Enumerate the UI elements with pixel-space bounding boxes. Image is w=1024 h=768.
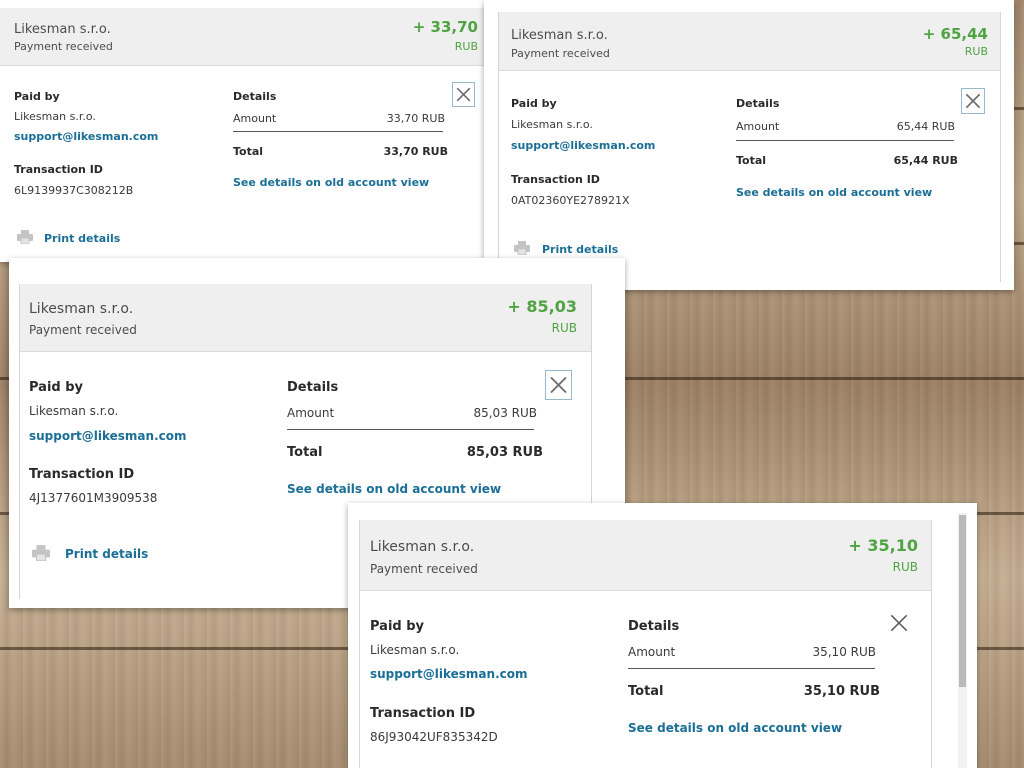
details-divider <box>287 429 534 430</box>
total-value: 85,03 RUB <box>466 445 543 460</box>
transaction-id: 0AT02360YE278921X <box>511 194 630 207</box>
close-button[interactable] <box>888 612 910 634</box>
payer-name: Likesman s.r.o. <box>29 404 119 418</box>
printer-icon <box>514 241 530 255</box>
merchant-name: Likesman s.r.o. <box>29 301 134 317</box>
print-details-link[interactable]: Print details <box>65 547 148 561</box>
total-label: Total <box>628 684 664 699</box>
amount-label: Amount <box>628 645 676 659</box>
paid-by-label: Paid by <box>29 380 84 395</box>
details-divider <box>628 668 875 669</box>
transaction-id: 6L9139937C308212B <box>14 184 134 197</box>
payment-amount: + 33,70 <box>412 18 478 36</box>
amount-label: Amount <box>287 406 335 420</box>
printer-icon <box>17 230 33 244</box>
paid-by-label: Paid by <box>370 619 425 634</box>
old-account-view-link[interactable]: See details on old account view <box>233 176 429 189</box>
printer-icon <box>32 545 50 561</box>
transaction-card-1: Likesman s.r.o. Payment received + 33,70… <box>0 0 490 262</box>
old-account-view-link[interactable]: See details on old account view <box>736 186 932 199</box>
scrollbar-thumb[interactable] <box>959 515 966 687</box>
total-label: Total <box>736 154 767 167</box>
transaction-card-2: Likesman s.r.o. Payment received + 65,44… <box>484 0 1014 290</box>
total-label: Total <box>287 445 323 460</box>
details-divider <box>233 131 443 132</box>
amount-value: 85,03 RUB <box>473 406 537 420</box>
payment-status: Payment received <box>29 323 137 337</box>
close-icon <box>890 614 908 632</box>
merchant-name: Likesman s.r.o. <box>511 28 608 43</box>
amount-value: 65,44 RUB <box>896 120 955 133</box>
transaction-card-4: Likesman s.r.o. Payment received + 35,10… <box>348 503 977 768</box>
payer-name: Likesman s.r.o. <box>14 110 96 123</box>
transaction-id-label: Transaction ID <box>370 706 476 721</box>
payer-name: Likesman s.r.o. <box>511 118 593 131</box>
details-divider <box>736 140 954 141</box>
card-header <box>0 8 490 66</box>
payer-email-link[interactable]: support@likesman.com <box>14 130 158 143</box>
paid-by-label: Paid by <box>511 97 557 110</box>
card-header <box>359 520 931 591</box>
details-label: Details <box>736 97 780 110</box>
total-value: 33,70 RUB <box>383 145 448 158</box>
close-icon <box>965 93 981 109</box>
card-border <box>931 520 932 768</box>
payment-status: Payment received <box>14 40 113 53</box>
close-icon <box>550 376 567 394</box>
card-border <box>19 284 20 599</box>
amount-value: 33,70 RUB <box>386 112 445 125</box>
total-value: 35,10 RUB <box>803 684 880 699</box>
card-header <box>19 284 591 352</box>
transaction-id: 86J93042UF835342D <box>370 730 498 744</box>
payer-email-link[interactable]: support@likesman.com <box>29 429 187 443</box>
transaction-id-label: Transaction ID <box>14 163 103 176</box>
payer-email-link[interactable]: support@likesman.com <box>511 139 655 152</box>
payment-currency: RUB <box>964 45 988 58</box>
card-border <box>1000 12 1001 282</box>
transaction-id-label: Transaction ID <box>29 467 135 482</box>
old-account-view-link[interactable]: See details on old account view <box>628 721 842 735</box>
merchant-name: Likesman s.r.o. <box>14 22 111 37</box>
payment-status: Payment received <box>511 47 610 60</box>
transaction-id: 4J1377601M3909538 <box>29 491 158 505</box>
print-details-link[interactable]: Print details <box>44 232 120 245</box>
payment-amount: + 65,44 <box>922 25 988 43</box>
payment-currency: RUB <box>454 40 478 53</box>
payment-amount: + 85,03 <box>507 297 577 316</box>
close-button[interactable] <box>545 370 572 400</box>
payer-name: Likesman s.r.o. <box>370 643 460 657</box>
details-label: Details <box>628 619 680 634</box>
close-button[interactable] <box>452 82 475 107</box>
payment-status: Payment received <box>370 562 478 576</box>
amount-value: 35,10 RUB <box>812 645 876 659</box>
close-icon <box>456 87 471 102</box>
old-account-view-link[interactable]: See details on old account view <box>287 482 501 496</box>
total-value: 65,44 RUB <box>893 154 958 167</box>
payment-currency: RUB <box>551 321 577 335</box>
details-label: Details <box>287 380 339 395</box>
close-button[interactable] <box>961 88 985 114</box>
payer-email-link[interactable]: support@likesman.com <box>370 667 528 681</box>
amount-label: Amount <box>736 120 780 133</box>
paid-by-label: Paid by <box>14 90 60 103</box>
card-border <box>359 520 360 768</box>
transaction-id-label: Transaction ID <box>511 173 600 186</box>
merchant-name: Likesman s.r.o. <box>370 539 475 555</box>
card-border <box>498 12 499 282</box>
payment-currency: RUB <box>892 560 918 574</box>
print-details-link[interactable]: Print details <box>542 243 618 256</box>
total-label: Total <box>233 145 264 158</box>
amount-label: Amount <box>233 112 277 125</box>
details-label: Details <box>233 90 277 103</box>
payment-amount: + 35,10 <box>848 536 918 555</box>
